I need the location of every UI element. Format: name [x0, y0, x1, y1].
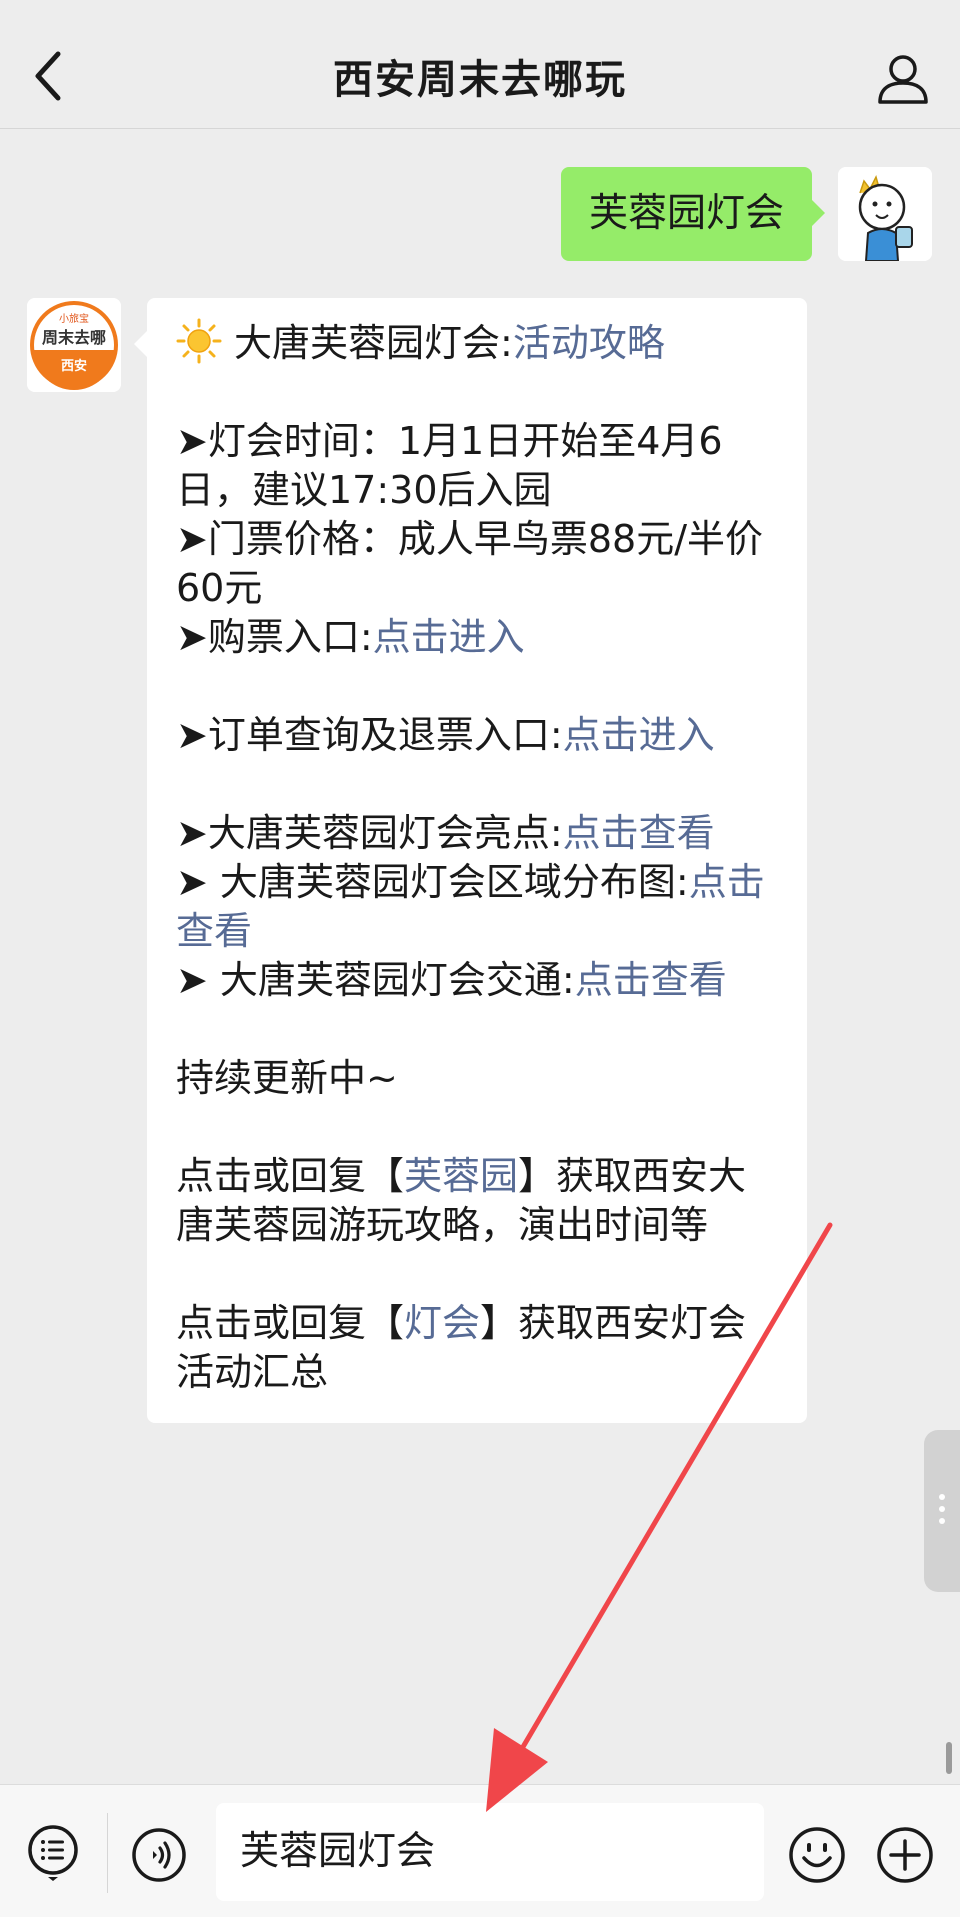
event-time-text: ➤灯会时间：1月1日开始至4月6日，建议17:30后入园	[176, 419, 723, 512]
ticket-price-text: ➤门票价格：成人早鸟票88元/半价60元	[176, 517, 763, 610]
message-input-text: 芙蓉园灯会	[240, 1829, 436, 1874]
highlights-link[interactable]: 点击查看	[563, 811, 715, 855]
furongyuan-tip: 点击或回复【芙蓉园】获取西安大唐芙蓉园游玩攻略，演出时间等	[176, 1152, 779, 1250]
logo-line2: 周末去哪	[42, 328, 106, 347]
more-dots-icon	[939, 1494, 945, 1530]
lantern-tip: 点击或回复【灯会】获取西安灯会活动汇总	[176, 1299, 779, 1397]
logo-line3: 西安	[61, 358, 87, 374]
outgoing-message-bubble[interactable]: 芙蓉园灯会	[560, 167, 826, 261]
sun-icon	[176, 318, 222, 364]
traffic-link[interactable]: 点击查看	[575, 958, 727, 1002]
order-query-label: ➤订单查询及退票入口:	[176, 713, 563, 757]
tip1-prefix: 点击或回复【	[176, 1154, 405, 1198]
logo-line1: 小旅宝	[59, 312, 89, 325]
account-logo-icon: 小旅宝 周末去哪 西安	[27, 298, 121, 392]
scrollbar-thumb[interactable]	[946, 1742, 952, 1774]
tip2-prefix: 点击或回复【	[176, 1301, 405, 1345]
area-map-line: ➤ 大唐芙蓉园灯会区域分布图:点击查看	[176, 858, 779, 956]
area-map-label: ➤ 大唐芙蓉园灯会区域分布图:	[176, 860, 689, 904]
headline: 大唐芙蓉园灯会:活动攻略	[176, 318, 779, 368]
headline-text: 大唐芙蓉园灯会:	[234, 321, 513, 365]
user-avatar[interactable]	[838, 167, 932, 261]
highlights-line: ➤大唐芙蓉园灯会亮点:点击查看	[176, 809, 779, 858]
order-query-link[interactable]: 点击进入	[563, 713, 715, 757]
plus-icon[interactable]	[875, 1825, 935, 1885]
toolbar-divider	[107, 1813, 108, 1893]
order-query-line: ➤订单查询及退票入口:点击进入	[176, 711, 779, 760]
furongyuan-keyword-link[interactable]: 芙蓉园	[404, 1154, 518, 1198]
strategy-link[interactable]: 活动攻略	[513, 321, 665, 365]
traffic-line: ➤ 大唐芙蓉园灯会交通:点击查看	[176, 956, 779, 1005]
voice-icon[interactable]	[131, 1827, 187, 1883]
menu-icon[interactable]	[26, 1823, 80, 1883]
traffic-label: ➤ 大唐芙蓉园灯会交通:	[176, 958, 575, 1002]
updating-text: 持续更新中~	[176, 1056, 398, 1100]
bottom-input-bar: 芙蓉园灯会	[0, 1784, 960, 1917]
navigation-bar: 西安周末去哪玩	[0, 0, 960, 129]
highlights-label: ➤大唐芙蓉园灯会亮点:	[176, 811, 563, 855]
lantern-keyword-link[interactable]: 灯会	[404, 1301, 480, 1345]
outgoing-message-text: 芙蓉园灯会	[588, 191, 784, 236]
cartoon-avatar-icon	[838, 167, 932, 261]
floating-side-handle[interactable]	[924, 1430, 960, 1592]
ticket-purchase-line: ➤购票入口:点击进入	[176, 613, 779, 662]
ticket-purchase-link[interactable]: 点击进入	[373, 615, 525, 659]
chat-title: 西安周末去哪玩	[333, 57, 627, 103]
incoming-message-bubble: 大唐芙蓉园灯会:活动攻略 ➤灯会时间：1月1日开始至4月6日，建议17:30后入…	[134, 298, 807, 1423]
message-input[interactable]: 芙蓉园灯会	[216, 1803, 764, 1901]
official-account-avatar[interactable]: 小旅宝 周末去哪 西安	[27, 298, 121, 392]
emoji-icon[interactable]	[787, 1825, 847, 1885]
person-icon[interactable]	[876, 52, 930, 106]
ticket-purchase-label: ➤购票入口:	[176, 615, 373, 659]
